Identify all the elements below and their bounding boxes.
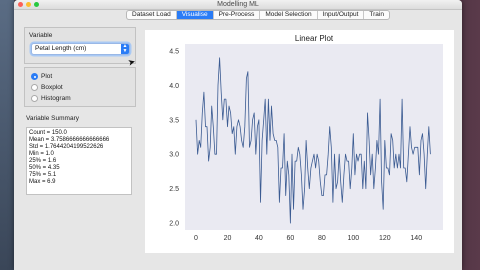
- y-tick-label: 4.0: [169, 83, 179, 90]
- close-window-button[interactable]: [18, 2, 23, 7]
- summary-line: 75% = 5.1: [29, 172, 57, 178]
- x-tick-label: 20: [224, 235, 232, 242]
- radio-label: Plot: [41, 73, 53, 80]
- summary-line: Count = 150.0: [29, 130, 67, 136]
- x-tick-label: 120: [379, 235, 391, 242]
- radio-plot[interactable]: Plot: [31, 73, 52, 80]
- summary-line: Mean = 3.7586666666666666: [29, 137, 110, 143]
- x-tick-label: 80: [318, 235, 326, 242]
- x-tick-label: 0: [194, 235, 198, 242]
- tab-pre-process[interactable]: Pre-Process: [214, 11, 261, 19]
- y-tick-label: 4.5: [169, 48, 179, 55]
- tab-input-output[interactable]: Input/Output: [318, 11, 365, 19]
- radio-boxplot[interactable]: Boxplot: [31, 84, 63, 91]
- variable-panel: Variable Petal Length (cm) ▲ ▼: [24, 27, 136, 64]
- variable-select-value: Petal Length (cm): [35, 45, 87, 52]
- desktop-background: [0, 0, 14, 270]
- summary-line: Max = 6.9: [29, 179, 56, 185]
- summary-label: Variable Summary: [26, 115, 79, 122]
- radio-button[interactable]: [31, 73, 38, 80]
- radio-button[interactable]: [31, 95, 38, 102]
- chevron-updown-icon: ▲ ▼: [121, 43, 129, 54]
- app-window: Modelling ML Dataset Load Visualise Pre-Pr…: [14, 0, 462, 270]
- title-bar: Modelling ML: [14, 0, 462, 10]
- radio-histogram[interactable]: Histogram: [31, 95, 71, 102]
- plot-type-panel: Plot Boxplot Histogram: [24, 67, 136, 107]
- x-tick-label: 100: [347, 235, 359, 242]
- radio-button[interactable]: [31, 84, 38, 91]
- tab-visualise[interactable]: Visualise: [176, 11, 214, 19]
- y-tick-label: 3.5: [169, 117, 179, 124]
- chart-title: Linear Plot: [295, 34, 334, 43]
- x-tick-label: 40: [255, 235, 263, 242]
- line-chart: Linear Plot 2.0 2.5 3.0 3.5 4.0 4.5 0 20 40 60 80 10…: [169, 34, 443, 242]
- tab-dataset-load[interactable]: Dataset Load: [127, 11, 177, 19]
- radio-label: Boxplot: [41, 84, 63, 91]
- x-tick-label: 60: [287, 235, 295, 242]
- tab-bar: Dataset Load Visualise Pre-Process Model Se…: [14, 10, 462, 21]
- summary-line: 50% = 4.35: [29, 165, 60, 171]
- window-title: Modelling ML: [217, 1, 259, 8]
- tab-train[interactable]: Train: [364, 11, 389, 19]
- summary-panel: Variable Summary Count = 150.0 Mean = 3.7…: [24, 112, 136, 196]
- y-tick-label: 2.0: [169, 221, 179, 228]
- summary-text-box[interactable]: Count = 150.0 Mean = 3.7586666666666666 St…: [26, 127, 132, 195]
- maximize-window-button[interactable]: [34, 2, 39, 7]
- tab-model-selection[interactable]: Model Selection: [260, 11, 318, 19]
- summary-line: Min = 1.0: [29, 151, 54, 157]
- summary-line: 25% = 1.6: [29, 158, 57, 164]
- minimize-window-button[interactable]: [26, 2, 31, 7]
- y-tick-label: 3.0: [169, 152, 179, 159]
- plot-background: [185, 44, 443, 230]
- x-tick-label: 140: [410, 235, 422, 242]
- plot-area: Linear Plot 2.0 2.5 3.0 3.5 4.0 4.5 0 20 40 60 80 10…: [145, 30, 454, 253]
- y-tick-label: 2.5: [169, 186, 179, 193]
- variable-select[interactable]: Petal Length (cm) ▲ ▼: [31, 43, 130, 55]
- radio-label: Histogram: [41, 95, 71, 102]
- summary-line: Std = 1.764420419952262​6: [29, 144, 104, 150]
- tab-group: Dataset Load Visualise Pre-Process Model Se…: [126, 10, 390, 20]
- variable-label: Variable: [29, 32, 53, 39]
- window-controls: [18, 2, 39, 7]
